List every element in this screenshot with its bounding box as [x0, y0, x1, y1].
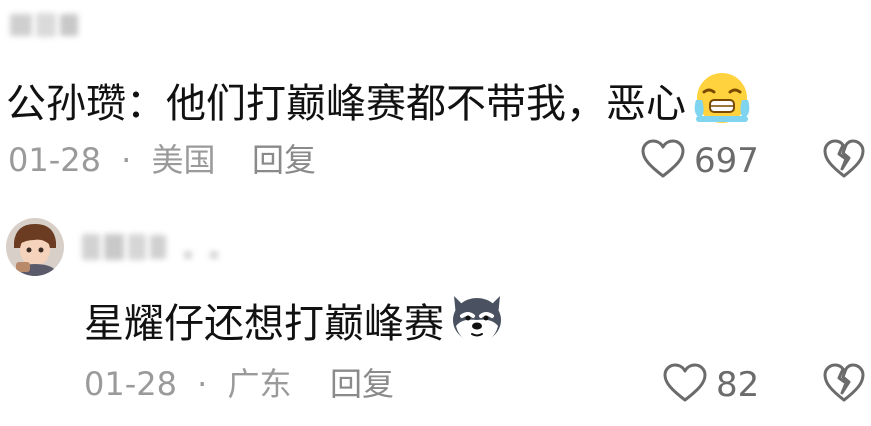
username-blurred[interactable] [82, 232, 218, 262]
dislike-button[interactable] [822, 362, 866, 408]
crying-face-emoji [690, 70, 754, 137]
dog-face-emoji [448, 290, 506, 357]
reply-button[interactable]: 回复 [330, 364, 394, 404]
comment-meta: 01-28 · 广东 [84, 364, 292, 404]
heart-outline-icon [640, 138, 686, 184]
comment-2: 星耀仔还想打巅峰赛 01-28 · 广东 回复 82 [0, 200, 871, 426]
avatar[interactable] [6, 218, 64, 276]
comment-1: 公孙瓒：他们打巅峰赛都不带我，恶心 01-28 · 美国 回复 697 [0, 0, 871, 200]
username-blurred[interactable] [10, 12, 78, 38]
comment-location: 美国 [151, 141, 216, 179]
comment-content: 公孙瓒：他们打巅峰赛都不带我，恶心 [6, 70, 754, 137]
like-count: 82 [716, 365, 760, 405]
like-button[interactable]: 697 [640, 138, 759, 184]
comment-meta: 01-28 · 美国 [8, 140, 216, 180]
separator-dot: · [121, 141, 132, 179]
broken-heart-icon [822, 139, 866, 184]
heart-outline-icon [662, 362, 708, 408]
comment-location: 广东 [227, 365, 292, 403]
dislike-button[interactable] [822, 138, 866, 184]
comment-date: 01-28 [8, 141, 101, 179]
broken-heart-icon [822, 363, 866, 408]
reply-button[interactable]: 回复 [252, 140, 316, 180]
like-count: 697 [694, 141, 759, 181]
comment-text: 星耀仔还想打巅峰赛 [84, 300, 444, 347]
separator-dot: · [197, 365, 208, 403]
comment-date: 01-28 [84, 365, 177, 403]
comment-text: 公孙瓒：他们打巅峰赛都不带我，恶心 [6, 80, 686, 127]
like-button[interactable]: 82 [662, 362, 759, 408]
comment-content: 星耀仔还想打巅峰赛 [84, 290, 506, 357]
